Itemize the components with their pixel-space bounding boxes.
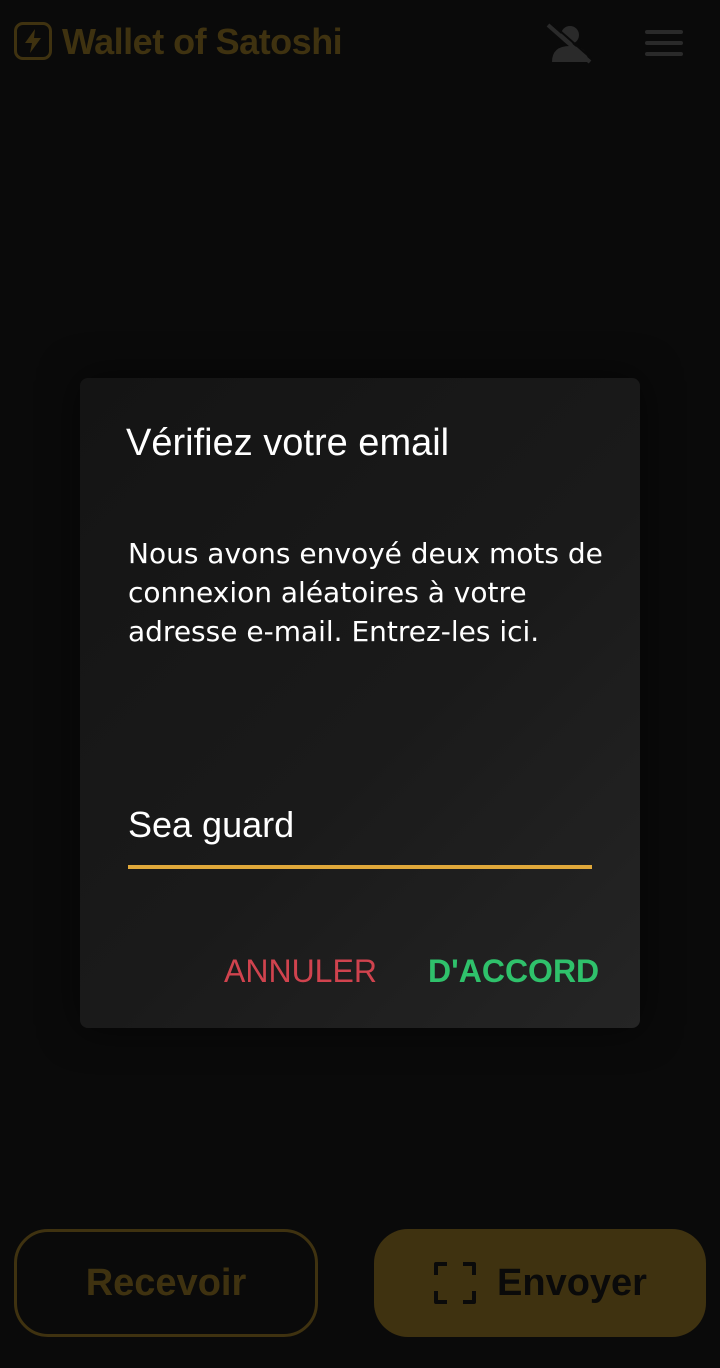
app-screen: Wallet of Satoshi Recevoir Envoyer Vérif… <box>0 0 720 1368</box>
input-underline <box>128 865 592 869</box>
ok-button[interactable]: D'ACCORD <box>416 946 611 996</box>
scan-icon <box>433 1261 477 1305</box>
lightning-bolt-icon <box>14 22 52 60</box>
send-button-label: Envoyer <box>497 1261 647 1304</box>
send-button[interactable]: Envoyer <box>374 1229 706 1337</box>
login-words-field <box>128 790 592 869</box>
dialog-title: Vérifiez votre email <box>126 422 450 464</box>
verify-email-dialog: Vérifiez votre email Nous avons envoyé d… <box>80 378 640 1028</box>
app-header: Wallet of Satoshi <box>0 0 720 86</box>
app-title: Wallet of Satoshi <box>62 21 343 62</box>
cancel-button[interactable]: ANNULER <box>212 946 389 996</box>
receive-button[interactable]: Recevoir <box>14 1229 318 1337</box>
hamburger-menu-icon[interactable] <box>644 28 684 58</box>
receive-button-label: Recevoir <box>85 1261 247 1304</box>
login-words-input[interactable] <box>128 800 592 850</box>
user-off-icon[interactable] <box>544 22 593 64</box>
dialog-message: Nous avons envoyé deux mots de connexion… <box>128 537 603 648</box>
